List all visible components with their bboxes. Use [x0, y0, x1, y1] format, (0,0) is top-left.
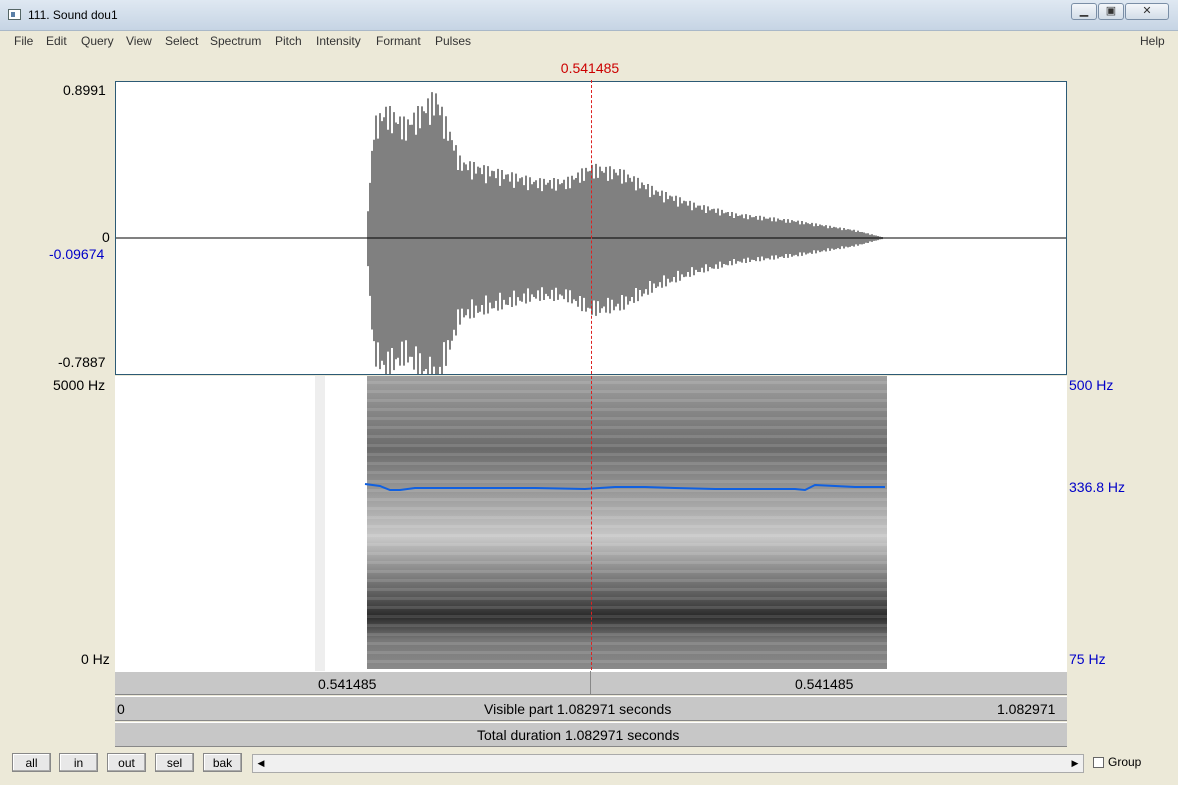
harmonic-stripe	[367, 444, 887, 447]
harmonic-stripe	[367, 516, 887, 519]
maximize-icon: ▣	[1105, 5, 1117, 17]
waveform-signal	[367, 92, 885, 374]
zoom-back-button[interactable]: bak	[203, 753, 242, 772]
visible-end-label: 1.082971	[997, 701, 1056, 717]
menu-select[interactable]: Select	[165, 34, 198, 48]
menu-view[interactable]: View	[126, 34, 152, 48]
harmonic-stripe	[367, 381, 887, 384]
harmonic-stripe	[367, 480, 887, 483]
close-icon: ✕	[1142, 5, 1152, 17]
harmonic-stripe	[367, 552, 887, 555]
waveform-min-label: -0.7887	[58, 354, 106, 370]
app-icon	[8, 9, 21, 20]
minimize-button[interactable]: ▁	[1071, 3, 1097, 20]
visible-part-label: Visible part 1.082971 seconds	[484, 701, 672, 717]
harmonic-stripe	[367, 498, 887, 501]
title-bar[interactable]: 111. Sound dou1 ▁ ▣ ✕	[0, 0, 1178, 31]
spectrogram-preonset	[315, 376, 325, 671]
menu-pitch[interactable]: Pitch	[275, 34, 302, 48]
waveform-cursor-value-label: -0.09674	[49, 246, 105, 262]
harmonic-stripe	[367, 642, 887, 645]
scroll-right-icon[interactable]: ▶	[1067, 755, 1083, 772]
menu-formant[interactable]: Formant	[376, 34, 421, 48]
harmonic-stripe	[367, 543, 887, 546]
visible-part-bar[interactable]: 0 Visible part 1.082971 seconds 1.082971	[115, 696, 1067, 721]
harmonic-stripe	[367, 435, 887, 438]
harmonic-stripe	[367, 561, 887, 564]
scroll-left-icon[interactable]: ◀	[253, 755, 269, 772]
waveform-max-label: 0.8991	[63, 82, 106, 98]
harmonic-stripe	[367, 606, 887, 609]
harmonic-stripe	[367, 408, 887, 411]
harmonic-stripe	[367, 489, 887, 492]
window-title: 111. Sound dou1	[28, 8, 118, 22]
time-scrollbar[interactable]: ◀ ▶	[252, 754, 1084, 773]
harmonic-stripe	[367, 462, 887, 465]
harmonic-stripe	[367, 588, 887, 591]
pitch-value-label: 336.8 Hz	[1069, 479, 1126, 495]
harmonic-stripe	[367, 579, 887, 582]
menu-spectrum[interactable]: Spectrum	[210, 34, 261, 48]
harmonic-stripe	[367, 615, 887, 618]
zoom-in-button[interactable]: in	[59, 753, 98, 772]
harmonic-stripe	[367, 507, 887, 510]
harmonic-stripe	[367, 453, 887, 456]
menu-intensity[interactable]: Intensity	[316, 34, 361, 48]
menu-help[interactable]: Help	[1140, 34, 1165, 48]
menu-pulses[interactable]: Pulses	[435, 34, 471, 48]
harmonic-stripe	[367, 426, 887, 429]
spectrogram-top-label: 5000 Hz	[53, 377, 106, 393]
sound-editor-window: 111. Sound dou1 ▁ ▣ ✕ File Edit Query Vi…	[0, 0, 1178, 785]
harmonic-stripe	[367, 399, 887, 402]
pitch-top-label: 500 Hz	[1069, 377, 1114, 393]
minimize-icon: ▁	[1079, 5, 1089, 17]
harmonic-stripe	[367, 570, 887, 573]
harmonic-stripe	[367, 660, 887, 663]
right-part-label: 0.541485	[795, 676, 854, 692]
cursor-time-label: 0.541485	[560, 60, 620, 76]
harmonic-stripe	[367, 597, 887, 600]
menu-bar: File Edit Query View Select Spectrum Pit…	[9, 31, 1171, 51]
visible-start-label: 0	[117, 701, 125, 717]
group-checkbox[interactable]	[1093, 757, 1104, 768]
zoom-all-button[interactable]: all	[12, 753, 51, 772]
harmonic-stripe	[367, 651, 887, 654]
harmonic-stripe	[367, 534, 887, 537]
spectrogram-bottom-label: 0 Hz	[81, 651, 110, 667]
harmonic-stripe	[367, 633, 887, 636]
left-part-label: 0.541485	[318, 676, 377, 692]
harmonic-stripe	[367, 525, 887, 528]
harmonic-stripe	[367, 417, 887, 420]
menu-edit[interactable]: Edit	[46, 34, 67, 48]
harmonic-stripe	[367, 624, 887, 627]
menu-query[interactable]: Query	[81, 34, 114, 48]
total-duration-label: Total duration 1.082971 seconds	[477, 727, 680, 743]
menu-file[interactable]: File	[14, 34, 33, 48]
harmonic-stripe	[367, 390, 887, 393]
cursor-divider	[590, 671, 591, 694]
harmonic-stripe	[367, 471, 887, 474]
waveform-zero-label: 0	[102, 229, 110, 245]
total-duration-bar[interactable]: Total duration 1.082971 seconds	[115, 722, 1067, 747]
close-button[interactable]: ✕	[1125, 3, 1169, 20]
zoom-out-button[interactable]: out	[107, 753, 146, 772]
maximize-button[interactable]: ▣	[1098, 3, 1124, 20]
cursor-line	[591, 80, 592, 670]
group-label: Group	[1108, 755, 1142, 769]
zoom-selection-button[interactable]: sel	[155, 753, 194, 772]
selection-bar[interactable]: 0.541485 0.541485	[115, 671, 1067, 695]
pitch-bottom-label: 75 Hz	[1069, 651, 1106, 667]
